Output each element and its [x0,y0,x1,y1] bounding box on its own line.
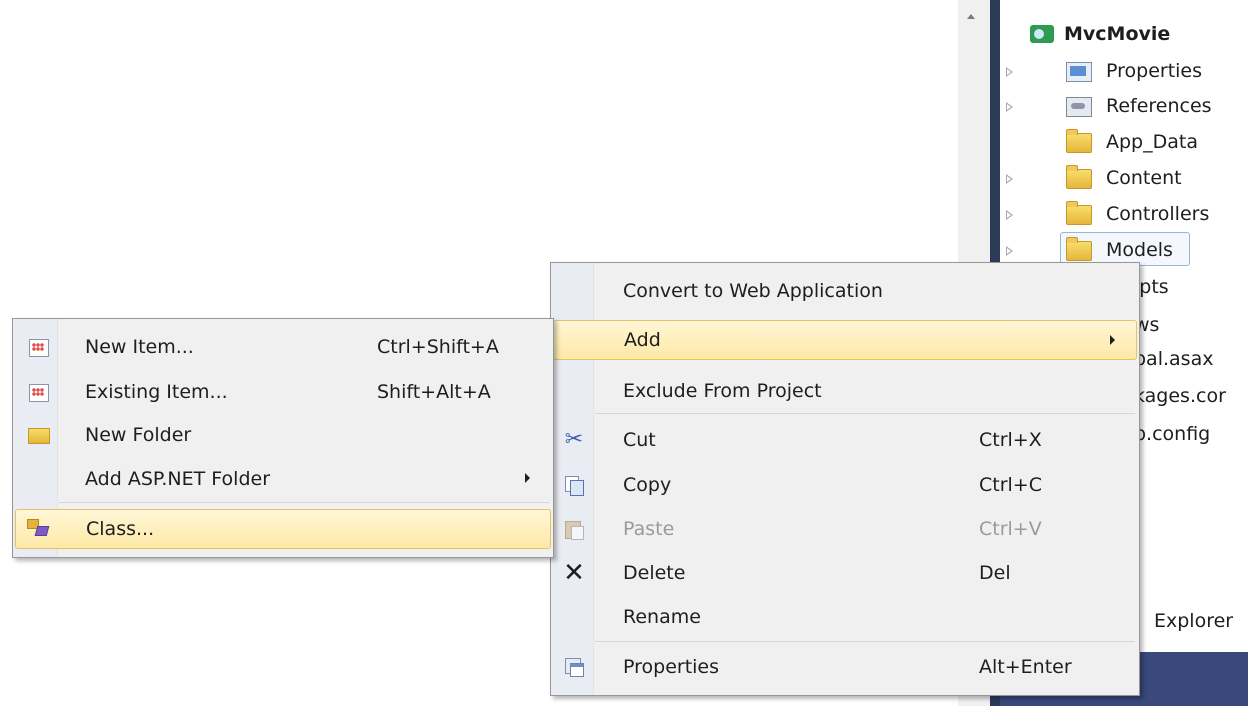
menu-item-convert-to-web-application[interactable]: Convert to Web Application [553,271,1137,311]
folder-icon [1066,237,1092,261]
folder-icon [1066,129,1092,153]
menu-item-exclude-from-project[interactable]: Exclude From Project [553,371,1137,411]
menu-item-label: Properties [623,656,720,678]
tree-item-label: kages.cor [1134,385,1226,407]
menu-item-properties[interactable]: Properties Alt+Enter [553,647,1137,687]
tree-item-references[interactable]: References [1000,92,1248,120]
properties-icon [1066,62,1092,82]
tree-item-label: Models [1106,239,1173,261]
menu-item-label: Cut [623,429,656,451]
expand-arrow-icon[interactable] [1006,102,1013,112]
menu-item-new-folder[interactable]: New Folder [15,415,551,455]
tree-item-label: Properties [1106,60,1203,82]
tree-item-label: bal.asax [1134,348,1214,370]
menu-item-rename[interactable]: Rename [553,597,1137,637]
menu-item-paste: Paste Ctrl+V [553,509,1137,549]
tab-label: Explorer [1154,610,1234,632]
menu-item-add-aspnet-folder[interactable]: Add ASP.NET Folder [15,459,551,499]
menu-item-class[interactable]: Class... [15,509,551,549]
cut-icon: ✂ [564,427,584,452]
menu-item-label: Delete [623,562,686,584]
tree-item-label: References [1106,95,1212,117]
tree-item-controllers[interactable]: Controllers [1000,200,1248,228]
tree-item-label: b.config [1134,423,1211,445]
csharp-project-icon [1030,25,1054,43]
tree-item-app-data[interactable]: App_Data [1000,128,1248,156]
menu-item-shortcut: Ctrl+X [979,429,1042,451]
menu-item-add[interactable]: Add [553,320,1137,360]
submenu-arrow-icon [1110,335,1115,345]
menu-item-shortcut: Shift+Alt+A [377,381,491,403]
expand-arrow-icon[interactable] [1006,246,1013,256]
delete-icon: ✕ [563,558,585,588]
submenu-arrow-icon [525,473,530,483]
scroll-up-arrow-icon[interactable] [967,14,975,19]
menu-item-existing-item[interactable]: Existing Item... Shift+Alt+A [15,372,551,412]
menu-separator [595,413,1135,414]
class-icon [26,518,50,538]
tree-item-properties[interactable]: Properties [1000,57,1248,85]
new-folder-icon [28,428,50,444]
menu-separator [59,502,549,503]
tree-item-label: MvcMovie [1064,23,1171,45]
menu-item-shortcut: Ctrl+C [979,474,1042,496]
menu-item-label: Add [624,329,661,351]
expand-arrow-icon[interactable] [1006,210,1013,220]
menu-item-label: Add ASP.NET Folder [85,468,270,490]
menu-item-shortcut: Ctrl+V [979,518,1042,540]
existing-item-icon [29,384,49,402]
tree-item-label: Content [1106,167,1182,189]
tree-item-label: App_Data [1106,131,1198,153]
menu-item-label: Class... [86,518,155,540]
menu-item-label: Convert to Web Application [623,280,883,302]
context-menu: Convert to Web Application Add Exclude F… [550,262,1140,696]
menu-item-label: Rename [623,606,701,628]
folder-icon [1066,165,1092,189]
menu-item-label: Existing Item... [85,381,228,403]
references-icon [1066,97,1092,117]
menu-item-delete[interactable]: ✕ Delete Del [553,553,1137,593]
add-submenu: New Item... Ctrl+Shift+A Existing Item..… [12,318,554,558]
tree-item-content[interactable]: Content [1000,164,1248,192]
new-item-icon [29,339,49,357]
properties-icon [565,658,584,677]
menu-item-cut[interactable]: ✂ Cut Ctrl+X [553,420,1137,460]
tree-item-label: Controllers [1106,203,1210,225]
menu-item-copy[interactable]: Copy Ctrl+C [553,465,1137,505]
menu-item-label: Paste [623,518,675,540]
menu-item-shortcut: Del [979,562,1011,584]
menu-separator [595,641,1135,642]
expand-arrow-icon[interactable] [1006,174,1013,184]
menu-item-new-item[interactable]: New Item... Ctrl+Shift+A [15,327,551,367]
tree-item-project[interactable]: MvcMovie [1000,20,1248,48]
copy-icon [565,476,584,496]
menu-item-label: New Folder [85,424,192,446]
folder-icon [1066,201,1092,225]
menu-item-label: New Item... [85,336,194,358]
paste-icon [565,519,584,540]
menu-item-label: Exclude From Project [623,380,822,402]
menu-item-shortcut: Ctrl+Shift+A [377,336,499,358]
menu-item-label: Copy [623,474,672,496]
tree-item-models[interactable]: Models [1000,232,1248,266]
menu-item-shortcut: Alt+Enter [979,656,1072,678]
expand-arrow-icon[interactable] [1006,67,1013,77]
